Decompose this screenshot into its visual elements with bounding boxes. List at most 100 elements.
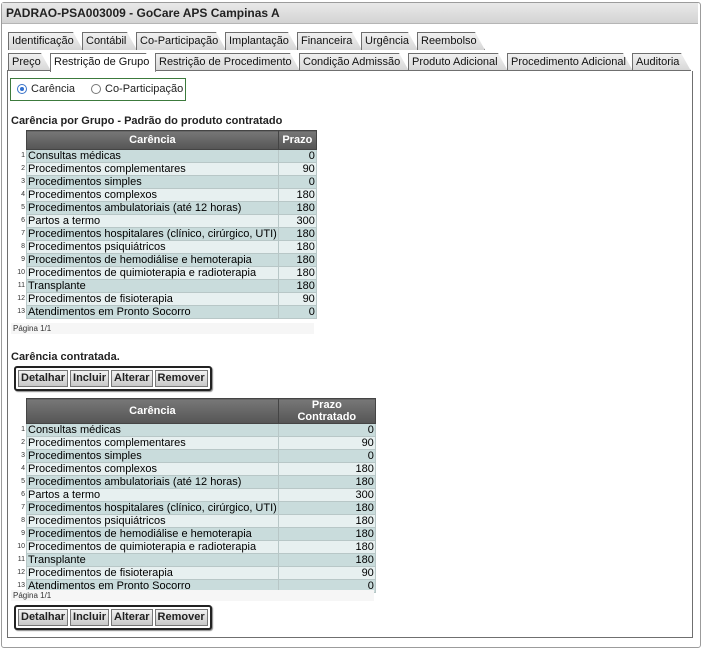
prazo-cell: 180 <box>277 501 376 515</box>
prazo-cell: 180 <box>277 240 317 254</box>
tab-urgencia[interactable]: Urgência <box>361 32 418 50</box>
prazo-cell: 90 <box>277 436 376 450</box>
carencia-name-cell: Procedimentos psiquiátricos <box>26 514 279 528</box>
table-row[interactable]: 6 Partos a termo 300 <box>11 214 317 228</box>
toolbar-bottom: Detalhar Incluir Alterar Remover <box>14 605 212 630</box>
table-row[interactable]: 7 Procedimentos hospitalares (clínico, ci… <box>11 501 376 515</box>
radio-co-participacao[interactable]: Co-Participação <box>91 83 183 95</box>
row-number: 9 <box>11 253 27 267</box>
column-header-prazo-contratado[interactable]: Prazo Contratado <box>277 398 376 424</box>
table-row[interactable]: 3 Procedimentos simples 0 <box>11 175 317 189</box>
tab-condicao-admissao[interactable]: Condição Admissão <box>299 53 409 71</box>
carencia-contratada-table: Carência Prazo Contratado 1 Consultas méd… <box>11 398 376 593</box>
incluir-button[interactable]: Incluir <box>70 370 110 387</box>
prazo-cell: 180 <box>277 279 317 293</box>
carencia-name-cell: Consultas médicas <box>26 149 279 163</box>
tab-produto-adicional[interactable]: Produto Adicional <box>408 53 508 71</box>
column-header-carencia[interactable]: Carência <box>26 130 279 150</box>
row-number: 10 <box>11 266 27 280</box>
radio-unselected-icon[interactable] <box>91 84 101 94</box>
column-header-carencia[interactable]: Carência <box>26 398 279 424</box>
remover-button[interactable]: Remover <box>154 370 208 387</box>
tab-financeira[interactable]: Financeira <box>297 32 362 50</box>
table-row[interactable]: 2 Procedimentos complementares 90 <box>11 436 376 450</box>
tab-co-participacao[interactable]: Co-Participação <box>136 32 226 50</box>
table-row[interactable]: 9 Procedimentos de hemodiálise e hemotera… <box>11 253 317 267</box>
table-row[interactable]: 10 Procedimentos de quimioterapia e radio… <box>11 266 317 280</box>
row-number: 6 <box>11 214 27 228</box>
table-row[interactable]: 12 Procedimentos de fisioterapia 90 <box>11 566 376 580</box>
radio-carencia[interactable]: Carência <box>17 83 75 95</box>
carencia-name-cell: Procedimentos simples <box>26 449 279 463</box>
carencia-name-cell: Transplante <box>26 553 279 567</box>
table-row[interactable]: 6 Partos a termo 300 <box>11 488 376 502</box>
table-row[interactable]: 2 Procedimentos complementares 90 <box>11 162 317 176</box>
pager-contratada: Página 1/1 <box>11 590 374 601</box>
prazo-cell: 0 <box>277 423 376 437</box>
table-row[interactable]: 3 Procedimentos simples 0 <box>11 449 376 463</box>
table-row[interactable]: 1 Consultas médicas 0 <box>11 149 317 163</box>
carencia-name-cell: Partos a termo <box>26 488 279 502</box>
prazo-cell: 180 <box>277 266 317 280</box>
column-header-prazo[interactable]: Prazo <box>277 130 317 150</box>
carencia-name-cell: Partos a termo <box>26 214 279 228</box>
tab-identificacao[interactable]: Identificação <box>8 32 83 50</box>
table-row[interactable]: 5 Procedimentos ambulatoriais (até 12 hor… <box>11 201 317 215</box>
tab-implantacao[interactable]: Implantação <box>225 32 298 50</box>
table-row[interactable]: 13 Atendimentos em Pronto Socorro 0 <box>11 305 317 319</box>
carencia-name-cell: Procedimentos de hemodiálise e hemoterap… <box>26 527 279 541</box>
alterar-button[interactable]: Alterar <box>111 609 153 626</box>
table-row[interactable]: 12 Procedimentos de fisioterapia 90 <box>11 292 317 306</box>
table-row[interactable]: 4 Procedimentos complexos 180 <box>11 462 376 476</box>
table-row[interactable]: 1 Consultas médicas 0 <box>11 423 376 437</box>
carencia-name-cell: Consultas médicas <box>26 423 279 437</box>
radio-selected-icon[interactable] <box>17 84 27 94</box>
tab-reembolso[interactable]: Reembolso <box>417 32 485 50</box>
table-row[interactable]: 9 Procedimentos de hemodiálise e hemotera… <box>11 527 376 541</box>
tab-restricao-de-grupo[interactable]: Restrição de Grupo <box>50 53 156 72</box>
window-title: PADRAO-PSA003009 - GoCare APS Campinas A <box>2 3 698 24</box>
carencia-name-cell: Procedimentos psiquiátricos <box>26 240 279 254</box>
incluir-button[interactable]: Incluir <box>70 609 110 626</box>
row-number: 1 <box>11 149 27 163</box>
carencia-name-cell: Procedimentos de hemodiálise e hemoterap… <box>26 253 279 267</box>
tab-restricao-de-procedimento[interactable]: Restrição de Procedimento <box>155 53 300 71</box>
table-row[interactable]: 8 Procedimentos psiquiátricos 180 <box>11 240 317 254</box>
row-number: 9 <box>11 527 27 541</box>
alterar-button[interactable]: Alterar <box>111 370 153 387</box>
pager-padrao: Página 1/1 <box>11 323 314 334</box>
table-row[interactable]: 8 Procedimentos psiquiátricos 180 <box>11 514 376 528</box>
table-row[interactable]: 5 Procedimentos ambulatoriais (até 12 hor… <box>11 475 376 489</box>
prazo-cell: 180 <box>277 514 376 528</box>
prazo-cell: 90 <box>277 162 317 176</box>
row-number: 4 <box>11 188 27 202</box>
remover-button[interactable]: Remover <box>154 609 208 626</box>
tab-auditoria[interactable]: Auditoria <box>632 53 691 71</box>
section-heading-contratada: Carência contratada. <box>11 351 120 363</box>
table-row[interactable]: 4 Procedimentos complexos 180 <box>11 188 317 202</box>
carencia-padrao-table: Carência Prazo 1 Consultas médicas 0 2 Proce… <box>11 130 317 319</box>
row-number: 10 <box>11 540 27 554</box>
table-row[interactable]: 7 Procedimentos hospitalares (clínico, ci… <box>11 227 317 241</box>
prazo-cell: 180 <box>277 227 317 241</box>
table-row[interactable]: 10 Procedimentos de quimioterapia e radio… <box>11 540 376 554</box>
table-row[interactable]: 11 Transplante 180 <box>11 279 317 293</box>
table-row[interactable]: 11 Transplante 180 <box>11 553 376 567</box>
carencia-name-cell: Transplante <box>26 279 279 293</box>
row-number: 11 <box>11 553 27 567</box>
carencia-type-selector: Carência Co-Participação <box>10 78 186 101</box>
tab-procedimento-adicional[interactable]: Procedimento Adicional <box>507 53 633 71</box>
prazo-cell: 180 <box>277 553 376 567</box>
prazo-cell: 300 <box>277 214 317 228</box>
row-number: 7 <box>11 227 27 241</box>
carencia-name-cell: Procedimentos simples <box>26 175 279 189</box>
prazo-cell: 90 <box>277 566 376 580</box>
detalhar-button[interactable]: Detalhar <box>18 609 69 626</box>
prazo-cell: 180 <box>277 188 317 202</box>
row-number: 3 <box>11 449 27 463</box>
carencia-name-cell: Procedimentos de quimioterapia e radiote… <box>26 266 279 280</box>
row-number: 8 <box>11 514 27 528</box>
detalhar-button[interactable]: Detalhar <box>18 370 69 387</box>
prazo-cell: 180 <box>277 540 376 554</box>
carencia-name-cell: Procedimentos complementares <box>26 436 279 450</box>
